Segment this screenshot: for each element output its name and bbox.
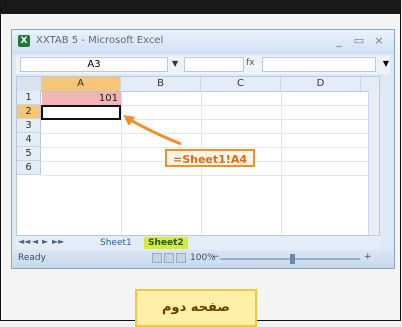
zoom-slider-handle[interactable] (290, 254, 295, 264)
row-header-3[interactable]: 3 (17, 119, 41, 133)
row-header-4[interactable]: 4 (17, 133, 41, 147)
name-box[interactable]: A3 (20, 57, 168, 72)
first-sheet-icon[interactable]: ◄◄ (18, 237, 30, 246)
status-ready: Ready (18, 253, 46, 263)
zoom-in-button[interactable]: + (364, 252, 372, 262)
grid-line (281, 91, 282, 235)
column-header-d[interactable]: D (281, 77, 361, 91)
fx-icon[interactable]: fx (246, 58, 255, 68)
cell-a1[interactable]: 101 (42, 92, 121, 105)
expand-formula-icon[interactable]: ▼ (383, 59, 389, 68)
minimize-button[interactable]: _ (332, 34, 346, 48)
grid-line (41, 133, 379, 134)
normal-view-icon[interactable] (152, 253, 162, 263)
excel-app-icon[interactable]: X (18, 35, 30, 47)
zoom-out-button[interactable]: − (212, 252, 220, 262)
close-button[interactable]: × (372, 34, 386, 48)
tab-sheet2[interactable]: Sheet2 (144, 237, 188, 249)
grid-line (41, 147, 379, 148)
formula-input[interactable] (262, 57, 376, 72)
caption-label: صفحه دوم (135, 289, 257, 327)
chevron-down-icon[interactable]: ▼ (172, 59, 178, 68)
formula-callout: =Sheet1!A4 (165, 149, 255, 167)
grid-line (41, 175, 379, 176)
cell-a2-selected[interactable] (41, 105, 121, 120)
title-bar: X XXTAB 5 - Microsoft Excel _ ▭ × (12, 30, 394, 54)
tab-sheet1[interactable]: Sheet1 (96, 237, 136, 249)
column-header-c[interactable]: C (201, 77, 281, 91)
row-header-1[interactable]: 1 (17, 91, 41, 105)
column-headers: A B C D (17, 77, 379, 92)
last-sheet-icon[interactable]: ►► (52, 237, 64, 246)
row-header-2[interactable]: 2 (17, 105, 41, 119)
maximize-button[interactable]: ▭ (352, 34, 366, 48)
sheet-tab-bar: ◄◄ ◄ ► ►► Sheet1 Sheet2 (16, 236, 380, 250)
next-sheet-icon[interactable]: ► (42, 237, 48, 246)
page-layout-icon[interactable] (164, 253, 174, 263)
formula-bar: A3 ▼ fx ▼ (16, 56, 390, 74)
zoom-slider[interactable] (220, 254, 360, 264)
page-break-icon[interactable] (176, 253, 186, 263)
image-frame: X XXTAB 5 - Microsoft Excel _ ▭ × A3 ▼ f… (0, 0, 401, 327)
column-header-b[interactable]: B (121, 77, 201, 91)
vertical-scrollbar[interactable] (368, 91, 379, 235)
formula-tools[interactable] (184, 57, 244, 72)
select-all-corner[interactable] (17, 77, 42, 91)
column-header-a[interactable]: A (41, 77, 121, 91)
prev-sheet-icon[interactable]: ◄ (32, 237, 38, 246)
status-bar: Ready 100% − + (12, 250, 394, 268)
row-header-5[interactable]: 5 (17, 147, 41, 161)
window-title: XXTAB 5 - Microsoft Excel (36, 35, 164, 46)
row-header-6[interactable]: 6 (17, 161, 41, 175)
